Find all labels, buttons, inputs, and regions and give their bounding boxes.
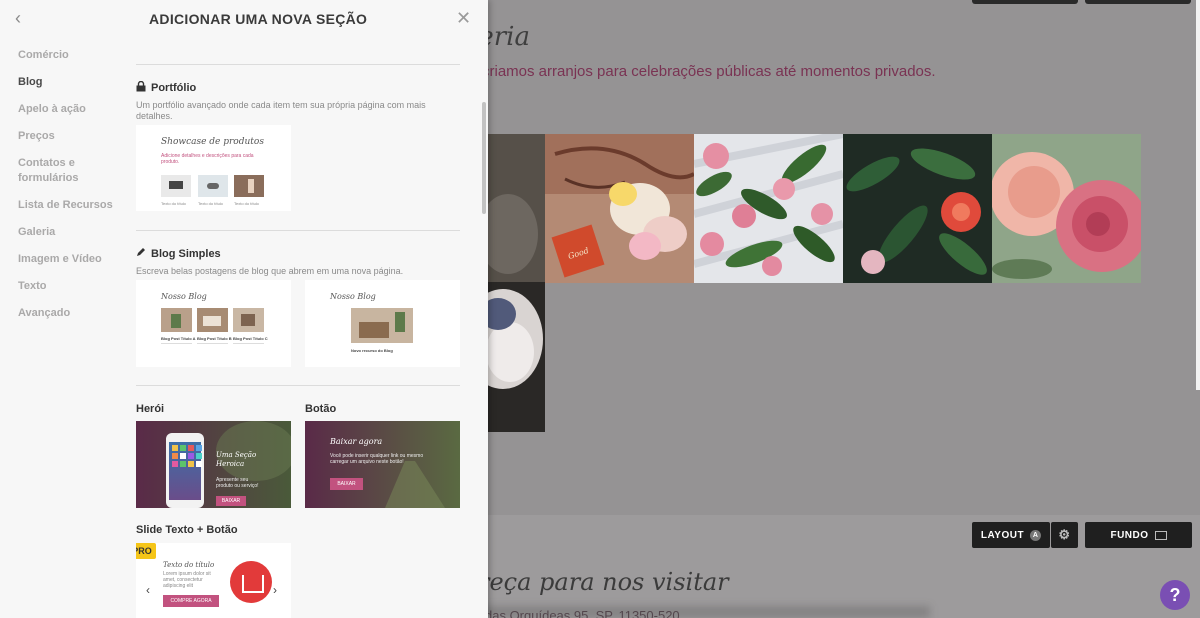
category-item-avancado[interactable]: Avançado: [18, 306, 128, 321]
botao-template-thumb[interactable]: Baixar agora Você pode inserir qualquer …: [305, 421, 460, 508]
blog-simples-title: Blog Simples: [151, 247, 221, 260]
pro-badge: PRO: [136, 543, 156, 559]
gallery-photo[interactable]: [694, 134, 843, 283]
fundo-label: FUNDO: [1110, 529, 1149, 541]
portfolio-heading: Portfólio: [136, 80, 197, 95]
thumb-desc: Adicione detalhes e descrições para cada…: [161, 153, 254, 165]
thumb-title: Texto do título: [163, 561, 215, 569]
heroi-title: Herói: [136, 403, 165, 415]
category-item-galeria[interactable]: Galeria: [18, 225, 128, 240]
category-item-blog[interactable]: Blog: [18, 75, 128, 90]
thumb-image: [197, 308, 228, 332]
category-item-precos[interactable]: Preços: [18, 129, 128, 144]
top-toolbar-button[interactable]: [1085, 0, 1191, 4]
add-section-panel: ‹ ADICIONAR UMA NOVA SEÇÃO ✕ Comércio Bl…: [0, 0, 488, 618]
thumb-title: Nosso Blog: [330, 292, 376, 301]
thumb-item-label: Texto do título: [198, 201, 223, 206]
back-chevron-icon[interactable]: ‹: [15, 9, 29, 27]
top-toolbar-button[interactable]: [972, 0, 1078, 4]
thumb-image: [234, 175, 264, 197]
portfolio-template-thumb[interactable]: Showcase de produtos Adicione detalhes e…: [136, 125, 291, 211]
slide-template-thumb[interactable]: ‹ › Texto do título Lorem ipsum dolor si…: [136, 543, 291, 618]
layout-button[interactable]: LAYOUT A: [972, 522, 1050, 548]
image-icon: [1154, 530, 1167, 540]
thumb-title: Baixar agora: [330, 437, 383, 446]
page-edge: [1196, 0, 1200, 390]
category-item-imagem-video[interactable]: Imagem e Vídeo: [18, 252, 128, 267]
thumb-button: BAIXAR: [330, 478, 363, 490]
thumb-item-label: Texto do título: [234, 201, 259, 206]
category-item-contatos[interactable]: Contatos e formulários: [18, 156, 128, 186]
blog-grid-template-thumb[interactable]: Nosso Blog Blog Post Título A Blog Post …: [136, 280, 291, 367]
layout-a-icon: A: [1030, 529, 1042, 541]
blog-single-template-thumb[interactable]: Nosso Blog Novo recurso do Blog: [305, 280, 460, 367]
slide-title: Slide Texto + Botão: [136, 524, 238, 536]
panel-title: ADICIONAR UMA NOVA SEÇÃO: [149, 11, 368, 27]
thumb-product-image: [230, 561, 272, 603]
thumb-image: [161, 175, 191, 197]
gear-icon: ⚙: [1058, 527, 1071, 542]
thumb-post-title: Novo recurso do Blog: [351, 348, 393, 353]
category-item-apelo[interactable]: Apelo à ação: [18, 102, 128, 117]
heroi-template-thumb[interactable]: Uma Seção Heroica Apresente seu produto …: [136, 421, 291, 508]
thumb-text-lines: [197, 343, 228, 353]
gallery-subtitle: criamos arranjos para celebrações públic…: [482, 63, 936, 80]
gallery-photo[interactable]: [992, 134, 1141, 283]
thumb-image: [198, 175, 228, 197]
section-templates-list: Portfólio Um portfólio avançado onde cad…: [136, 40, 461, 618]
category-item-recursos[interactable]: Lista de Recursos: [18, 198, 128, 213]
blog-simples-heading: Blog Simples: [136, 247, 221, 260]
category-item-texto[interactable]: Texto: [18, 279, 128, 294]
category-list: Comércio Blog Apelo à ação Preços Contat…: [18, 48, 128, 333]
divider: [136, 230, 460, 231]
thumb-button: COMPRE AGORA: [163, 595, 219, 607]
botao-title: Botão: [305, 403, 337, 415]
close-icon[interactable]: ✕: [456, 9, 471, 27]
slide-next-icon: ›: [273, 583, 277, 597]
panel-scrollbar[interactable]: [482, 102, 486, 214]
thumb-post-title: Blog Post Título B: [197, 336, 232, 341]
background-button[interactable]: FUNDO: [1085, 522, 1192, 548]
botao-heading: Botão: [305, 403, 336, 415]
gallery-photo[interactable]: Good: [545, 134, 694, 283]
phone-mockup: [166, 433, 204, 508]
thumb-desc: Apresente seu produto ou serviço!: [216, 477, 259, 489]
lock-icon: [136, 80, 146, 95]
thumb-image: [233, 308, 264, 332]
thumb-image: [161, 308, 192, 332]
help-label: ?: [1169, 584, 1181, 605]
thumb-post-title: Blog Post Título C: [233, 336, 268, 341]
layout-label: LAYOUT: [980, 529, 1025, 541]
slide-heading: Slide Texto + Botão: [136, 524, 238, 536]
thumb-post-title: Blog Post Título A: [161, 336, 196, 341]
thumb-title: Uma Seção Heroica: [216, 451, 257, 468]
portfolio-description: Um portfólio avançado onde cada item tem…: [136, 100, 426, 121]
thumb-text-lines: [233, 343, 264, 353]
gallery-photo[interactable]: [843, 134, 992, 283]
settings-button[interactable]: ⚙: [1051, 522, 1078, 548]
thumb-text-lines: [161, 343, 192, 353]
thumb-desc: Você pode inserir qualquer link ou mesmo…: [330, 453, 424, 465]
thumb-button: BAIXAR: [216, 496, 246, 506]
gallery-photo[interactable]: [488, 134, 545, 432]
heroi-heading: Herói: [136, 403, 164, 415]
category-item-comercio[interactable]: Comércio: [18, 48, 128, 63]
thumb-title: Nosso Blog: [161, 292, 207, 301]
divider: [136, 64, 460, 65]
thumb-item-label: Texto do título: [161, 201, 186, 206]
help-button[interactable]: ?: [1160, 580, 1190, 610]
thumb-image: [351, 308, 413, 343]
pen-icon: [136, 247, 146, 260]
blog-simples-description: Escreva belas postagens de blog que abre…: [136, 266, 404, 276]
thumb-desc: Lorem ipsum dolor sit amet, consectetur …: [163, 571, 211, 589]
visit-title: reça para nos visitar: [478, 568, 729, 596]
divider: [136, 385, 460, 386]
portfolio-title: Portfólio: [151, 82, 197, 94]
thumb-title: Showcase de produtos: [161, 137, 264, 147]
slide-prev-icon: ‹: [146, 583, 150, 597]
